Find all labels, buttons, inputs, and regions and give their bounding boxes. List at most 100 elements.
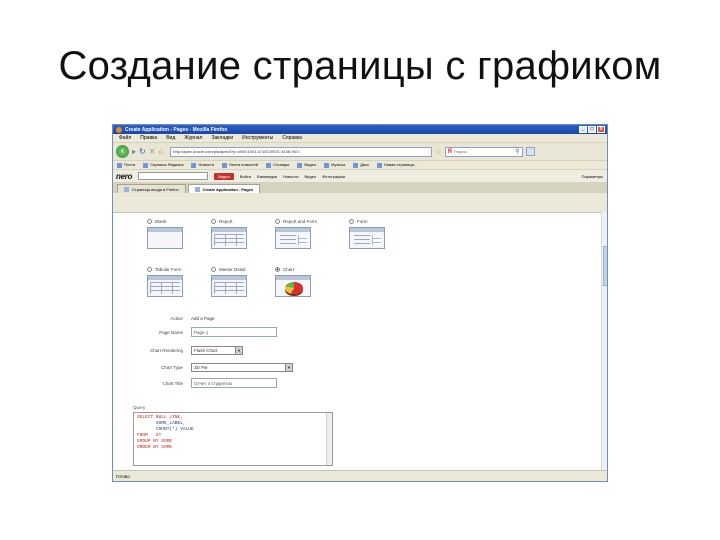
bookmark-icon (324, 162, 330, 168)
tabular-form-thumbnail (147, 275, 183, 297)
search-icon[interactable]: ⚲ (515, 148, 521, 155)
bookmark-icon (221, 162, 227, 168)
bookmark-item[interactable]: Лента новостей (221, 162, 258, 168)
bookmark-icon (353, 162, 359, 168)
nero-video-button[interactable]: Видео (214, 172, 234, 180)
bookmark-icon (376, 162, 382, 168)
bookmark-icon (143, 162, 149, 168)
bookmark-item[interactable]: Почта (117, 162, 135, 168)
pie-chart-icon (285, 282, 303, 294)
blank-thumbnail (147, 227, 183, 249)
bookmark-item[interactable]: Новая страница... (376, 162, 417, 168)
page-scrollbar[interactable] (601, 212, 607, 470)
page-type-report-and-form[interactable]: Report and Form (275, 217, 345, 249)
bookmark-item[interactable]: Словари (266, 162, 289, 168)
slide-title: Создание страницы с графиком (58, 44, 662, 88)
bookmark-item[interactable]: Диск (353, 162, 369, 168)
bookmark-star-icon[interactable]: ☆ (435, 148, 441, 156)
maximize-button[interactable]: □ (588, 126, 596, 133)
browser-window: Create Application - Pages - Mozilla Fir… (112, 124, 608, 482)
radio-form[interactable] (349, 218, 354, 224)
bookmark-item[interactable]: Видео (297, 162, 316, 168)
radio-chart[interactable] (275, 266, 280, 272)
chart-title-label: Chart Title (162, 381, 183, 386)
menu-file[interactable]: Файл (119, 135, 131, 141)
menu-help[interactable]: Справка (282, 135, 302, 141)
report-thumbnail (211, 227, 247, 249)
radio-master-detail[interactable] (211, 266, 216, 272)
page-type-report[interactable]: Report (211, 217, 281, 249)
radio-tabular-form[interactable] (147, 266, 152, 272)
report-and-form-thumbnail (275, 227, 311, 249)
tab-firefox-start[interactable]: Страница входа в Firefox (117, 184, 186, 193)
master-detail-thumbnail (211, 275, 247, 297)
status-bar: Готово (113, 470, 607, 481)
minimize-button[interactable]: _ (579, 126, 587, 133)
bookmark-item[interactable]: Новости (191, 162, 214, 168)
scrollbar-thumb[interactable] (603, 246, 607, 286)
bookmark-item[interactable]: Музыка (324, 162, 345, 168)
extension-icon[interactable] (525, 147, 535, 156)
radio-blank[interactable] (147, 218, 152, 224)
stop-icon[interactable]: ✕ (149, 147, 156, 156)
menu-tools[interactable]: Инструменты (242, 135, 273, 141)
menu-view[interactable]: Вид (166, 135, 175, 141)
bookmark-item[interactable]: Сервисы Яндекса (143, 162, 183, 168)
search-placeholder: Яндекс (453, 149, 468, 154)
page-type-tabular-form[interactable]: Tabular Form (147, 265, 217, 297)
window-controls: _ □ x (579, 126, 605, 133)
back-button[interactable]: ‹ (116, 145, 129, 158)
tab-create-application[interactable]: Create Application - Pages (187, 184, 261, 193)
chevron-down-icon[interactable]: ▼ (285, 364, 292, 371)
page-name-input[interactable]: Page 1 (191, 327, 277, 337)
nero-search-input[interactable] (138, 172, 209, 180)
action-value: Add a Page (191, 316, 215, 321)
reload-icon[interactable]: ↻ (139, 147, 146, 156)
bookmark-icon (266, 162, 272, 168)
tab-icon (194, 186, 200, 192)
chevron-down-icon[interactable]: ▼ (235, 347, 242, 354)
chart-type-label: Chart Type (161, 365, 183, 370)
nero-logo: nero (116, 171, 133, 181)
radio-report-and-form[interactable] (275, 218, 280, 224)
window-title: Create Application - Pages - Mozilla Fir… (125, 126, 228, 133)
chart-rendering-label: Chart Rendering (149, 348, 183, 353)
forward-icon[interactable]: ▸ (132, 147, 136, 156)
nero-item[interactable]: Фотографии (322, 174, 345, 179)
query-label: Query (133, 405, 146, 410)
nero-item[interactable]: Войти (240, 174, 251, 179)
page-name-label: Page Name (159, 330, 183, 335)
page-type-blank[interactable]: Blank (147, 217, 217, 249)
query-textarea[interactable]: SELECT NULL LINK, SOME_LABEL, COUNT(*) V… (133, 412, 333, 466)
chart-title-input[interactable]: Отчет о студентах (191, 378, 277, 388)
nero-settings[interactable]: Параметры (582, 174, 607, 179)
bookmark-icon (117, 162, 122, 168)
menu-history[interactable]: Журнал (184, 135, 202, 141)
page-type-form[interactable]: Form (349, 217, 419, 249)
tab-icon (124, 186, 129, 192)
nero-item[interactable]: Видео (304, 174, 316, 179)
menu-edit[interactable]: Правка (140, 135, 157, 141)
close-button[interactable]: x (597, 126, 605, 133)
url-input[interactable]: http://apex.oracle.com/pls/apex/f?p=4000… (170, 146, 433, 157)
bookmark-icon (297, 162, 303, 168)
home-icon[interactable]: ⌂ (158, 147, 163, 156)
search-input[interactable]: Я Яндекс ⚲ (444, 146, 523, 157)
page-type-chart[interactable]: Chart (275, 265, 345, 297)
page-type-master-detail[interactable]: Master Detail (211, 265, 281, 297)
form-thumbnail (349, 227, 385, 249)
radio-report[interactable] (211, 218, 216, 224)
chart-type-select[interactable]: 3D Pie ▼ (191, 363, 293, 372)
nero-item[interactable]: Новости (283, 174, 298, 179)
menu-bookmarks[interactable]: Закладки (211, 135, 233, 141)
page-content: Blank Report Report and Form Form Tabula… (113, 212, 601, 470)
nero-item[interactable]: Википедия (257, 174, 277, 179)
chart-rendering-select[interactable]: Flash Chart ▼ (191, 346, 243, 355)
query-line: ORDER BY SOME (137, 445, 173, 450)
navigation-toolbar: ‹ ▸ ↻ ✕ ⌂ http://apex.oracle.com/pls/ape… (113, 143, 607, 160)
query-scrollbar[interactable] (326, 413, 332, 465)
yandex-icon: Я (447, 148, 452, 155)
tab-bar: Страница входа в Firefox Create Applicat… (113, 182, 607, 193)
chart-thumbnail (275, 275, 311, 297)
nero-toolbar: nero Видео Войти Википедия Новости Видео… (113, 170, 607, 182)
